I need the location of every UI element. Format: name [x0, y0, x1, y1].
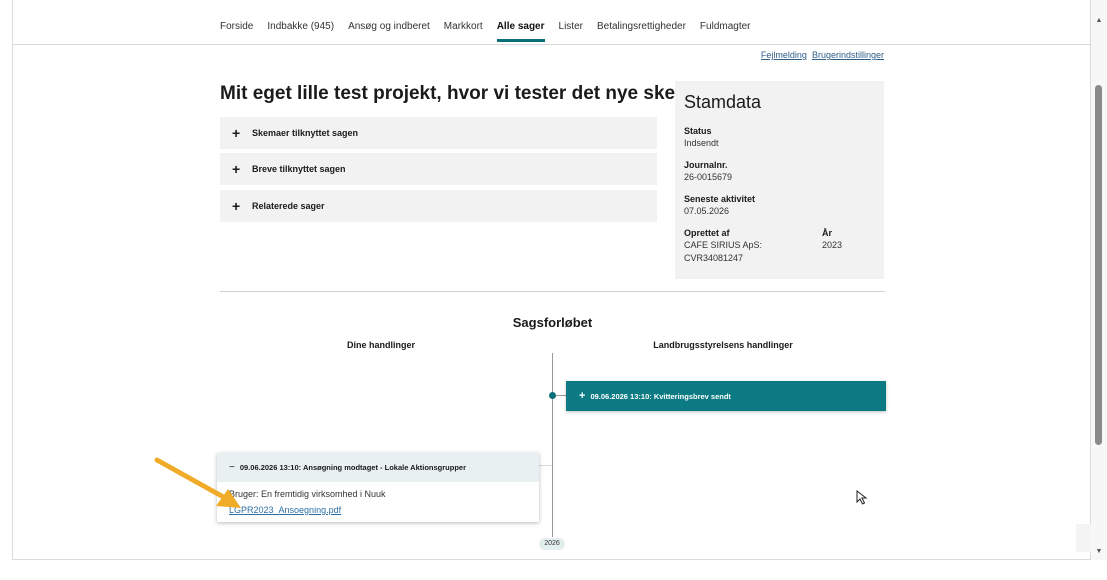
stamdata-title: Stamdata [684, 92, 762, 112]
year-badge: 2026 [539, 538, 565, 550]
event-title: 09.06.2026 13:10: Kvitteringsbrev sendt [590, 391, 731, 401]
nav-item-ansoeg[interactable]: Ansøg og indberet [348, 21, 430, 42]
scrollbar[interactable]: ▲ ▼ [1091, 0, 1107, 560]
created-label: Oprettet af [684, 228, 730, 238]
event-body: Bruger: En fremtidig virksomhed i Nuuk L… [217, 482, 539, 524]
nav-item-forside[interactable]: Forside [220, 21, 253, 42]
accordion-breve[interactable]: + Breve tilknyttet sagen [220, 153, 657, 185]
journal-label: Journalnr. [684, 160, 728, 170]
nav-item-fuldmagter[interactable]: Fuldmagter [700, 21, 751, 42]
scrollbar-thumb[interactable] [1095, 85, 1102, 445]
scroll-up-icon[interactable]: ▲ [1091, 17, 1107, 25]
accordion-label: Skemaer tilknyttet sagen [252, 128, 359, 138]
fejlmelding-link[interactable]: Fejlmelding [761, 50, 807, 60]
plus-icon: + [232, 125, 241, 141]
event-kvitteringsbrev[interactable]: + 09.06.2026 13:10: Kvitteringsbrev send… [566, 381, 886, 411]
nav-item-indbakke[interactable]: Indbakke (945) [267, 21, 334, 42]
year-field: År 2023 [822, 227, 842, 265]
timeline-title: Sagsforløbet [512, 315, 593, 330]
event-title: 09.06.2026 13:10: Ansøgning modtaget - L… [239, 463, 467, 472]
event-header[interactable]: − 09.06.2026 13:10: Ansøgning modtaget -… [217, 453, 539, 482]
accordion-skemaer[interactable]: + Skemaer tilknyttet sagen [220, 117, 657, 149]
page-frame: Forside Indbakke (945) Ansøg og indberet… [12, 0, 1104, 560]
stamdata-panel: Stamdata Status Indsendt Journalnr. 26-0… [675, 81, 884, 279]
nav-item-lister[interactable]: Lister [559, 21, 583, 42]
accordion-relaterede-sager[interactable]: + Relaterede sager [220, 190, 657, 222]
event-ansoegning: − 09.06.2026 13:10: Ansøgning modtaget -… [217, 453, 539, 522]
page-title: Mit eget lille test projekt, hvor vi tes… [220, 83, 708, 104]
nav-item-markkort[interactable]: Markkort [444, 21, 483, 42]
journal-value: 26-0015679 [684, 172, 733, 182]
created-field: Oprettet af CAFE SIRIUS ApS: CVR34081247 [684, 227, 822, 265]
brugerindstillinger-link[interactable]: Brugerindstillinger [812, 50, 884, 60]
timeline-connector-right [556, 395, 566, 396]
scroll-down-icon[interactable]: ▼ [1091, 548, 1107, 556]
utility-links: Fejlmelding Brugerindstillinger [761, 50, 884, 60]
event-user: Bruger: En fremtidig virksomhed i Nuuk [229, 489, 386, 499]
status-value: Indsendt [684, 138, 719, 148]
activity-label: Seneste aktivitet [684, 194, 756, 204]
status-field: Status Indsendt [684, 125, 875, 150]
timeline-connector-left [538, 465, 552, 466]
journal-field: Journalnr. 26-0015679 [684, 159, 875, 184]
plus-icon: + [232, 161, 241, 177]
created-value-line1: CAFE SIRIUS ApS: [684, 240, 763, 250]
nav-items: Forside Indbakke (945) Ansøg og indberet… [220, 21, 765, 42]
timeline-right-header: Landbrugsstyrelsens handlinger [653, 340, 793, 350]
status-label: Status [684, 126, 712, 136]
activity-field: Seneste aktivitet 07.05.2026 [684, 193, 875, 218]
nav-item-alle-sager[interactable]: Alle sager [496, 21, 545, 42]
timeline-dot [549, 392, 556, 399]
year-label: År [822, 228, 833, 238]
created-row: Oprettet af CAFE SIRIUS ApS: CVR34081247… [684, 227, 875, 274]
created-value-line2: CVR34081247 [684, 253, 744, 263]
nav-item-betalingsrettigheder[interactable]: Betalingsrettigheder [597, 21, 686, 42]
top-navigation: Forside Indbakke (945) Ansøg og indberet… [13, 0, 1092, 45]
year-value: 2023 [822, 240, 843, 250]
timeline-line [552, 353, 553, 537]
section-divider [220, 291, 885, 292]
plus-icon: + [232, 198, 241, 214]
annotation-arrow-icon [154, 457, 241, 508]
accordion-label: Breve tilknyttet sagen [252, 164, 346, 174]
accordion-label: Relaterede sager [252, 201, 325, 211]
activity-value: 07.05.2026 [684, 206, 730, 216]
expand-icon: + [579, 390, 586, 402]
timeline-left-header: Dine handlinger [346, 340, 415, 350]
mouse-cursor-icon [856, 490, 868, 505]
